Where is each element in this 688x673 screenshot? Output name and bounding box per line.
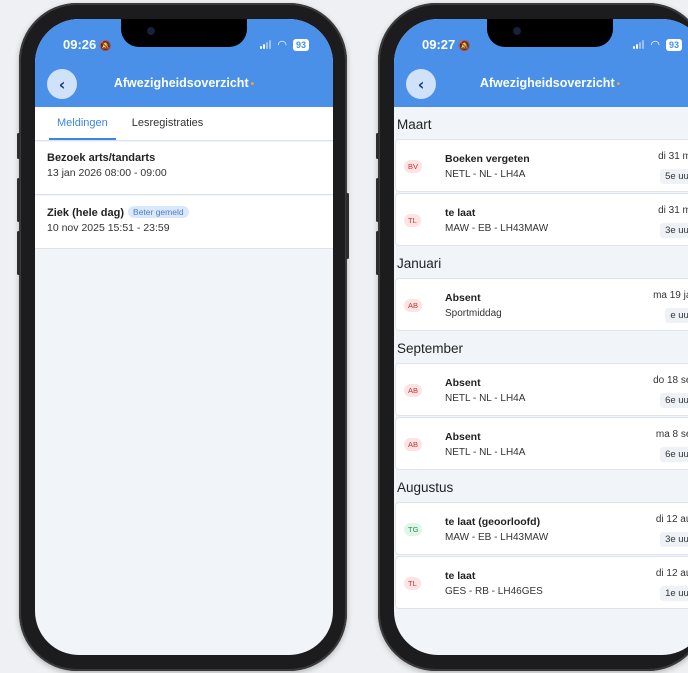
absence-code-badge: AB	[404, 384, 423, 397]
absence-title: Absent	[445, 292, 481, 304]
volume-up-button	[376, 178, 379, 222]
status-time-text: 09:26	[63, 37, 97, 52]
absence-title: te laat (geoorloofd)	[445, 516, 541, 528]
list-item[interactable]: AB Absent NETL - NL - LH4A ma 8 sep 6e u…	[395, 417, 688, 470]
tab-bar: Meldingen Lesregistraties	[35, 107, 333, 141]
volume-down-button	[17, 231, 20, 275]
report-list: Bezoek arts/tandarts 13 jan 2026 08:00 -…	[35, 142, 333, 249]
list-item[interactable]: TG te laat (geoorloofd) MAW - EB - LH43M…	[395, 502, 688, 555]
absence-title: Absent	[445, 431, 481, 443]
absence-code-badge: TL	[404, 577, 421, 590]
page-title-text: Afwezigheidsoverzicht	[479, 76, 615, 90]
absence-date: di 12 aug	[655, 514, 688, 525]
camera-icon	[513, 27, 521, 35]
absence-code-badge: AB	[404, 299, 423, 312]
list-item[interactable]: TL te laat MAW - EB - LH43MAW di 31 mrt …	[395, 193, 688, 246]
screen-left: 09:26 🔕 ◠ 93 ‹ Afwezigheidsoverzicht • Mel…	[35, 19, 333, 655]
volume-up-button	[17, 178, 20, 222]
wifi-icon: ◠	[277, 39, 287, 51]
page-title: Afwezigheidsoverzicht •	[35, 76, 333, 90]
absence-date: ma 8 sep	[655, 429, 688, 440]
report-time: 13 jan 2026 08:00 - 09:00	[47, 167, 167, 179]
absence-hour: 5e uur	[660, 169, 688, 184]
battery-icon: 93	[292, 38, 309, 51]
tab-meldingen[interactable]: Meldingen	[45, 107, 120, 140]
report-time: 10 nov 2025 15:51 - 23:59	[47, 222, 170, 234]
action-button	[17, 133, 20, 159]
absence-hour: 6e uur	[660, 447, 688, 462]
tab-lesregistraties[interactable]: Lesregistraties	[120, 107, 216, 140]
absence-subject: NETL - NL - LH4A	[445, 169, 526, 180]
status-dot-icon: •	[616, 79, 621, 90]
absence-subject: NETL - NL - LH4A	[445, 447, 526, 458]
phone-left: 09:26 🔕 ◠ 93 ‹ Afwezigheidsoverzicht • Mel…	[17, 3, 349, 671]
absence-subject: NETL - NL - LH4A	[445, 393, 526, 404]
absence-date: di 31 mrt	[658, 205, 688, 216]
absence-subject: MAW - EB - LH43MAW	[445, 532, 549, 543]
wifi-icon: ◠	[650, 39, 660, 51]
report-title: Bezoek arts/tandarts	[47, 152, 156, 164]
action-button	[376, 133, 379, 159]
absence-subject: GES - RB - LH46GES	[445, 586, 543, 597]
month-header: Maart	[397, 117, 432, 132]
list-item[interactable]: Ziek (hele dag) Beter gemeld 10 nov 2025 …	[35, 196, 333, 249]
status-time: 09:26 🔕	[63, 37, 112, 52]
signal-icon	[633, 40, 645, 49]
volume-down-button	[376, 231, 379, 275]
battery-icon: 93	[665, 38, 682, 51]
screen-right: 09:27 🔕 ◠ 93 ‹ Afwezigheidsoverzicht • Maa…	[394, 19, 688, 655]
list-item[interactable]: TL te laat GES - RB - LH46GES di 12 aug …	[395, 556, 688, 609]
absence-code-badge: TG	[404, 523, 423, 536]
absence-title: te laat	[445, 570, 476, 582]
absence-hour: 1e uur	[660, 586, 688, 601]
absence-title: te laat	[445, 207, 476, 219]
absence-subject: MAW - EB - LH43MAW	[445, 223, 549, 234]
dynamic-island	[121, 19, 247, 47]
status-icons: ◠ 93	[633, 38, 682, 51]
camera-icon	[147, 27, 155, 35]
status-dot-icon: •	[250, 79, 255, 90]
phone-right: 09:27 🔕 ◠ 93 ‹ Afwezigheidsoverzicht • Maa…	[376, 3, 688, 671]
absence-hour: 3e uur	[660, 223, 688, 238]
list-item[interactable]: AB Absent NETL - NL - LH4A do 18 sep 6e …	[395, 363, 688, 416]
page-title: Afwezigheidsoverzicht •	[394, 76, 688, 90]
page-title-text: Afwezigheidsoverzicht	[113, 76, 249, 90]
absence-date: di 31 mrt	[658, 151, 688, 162]
absence-list: Maart BV Boeken vergeten NETL - NL - LH4…	[394, 107, 688, 655]
absence-hour: e uur	[665, 308, 688, 323]
status-time-text: 09:27	[422, 37, 456, 52]
absence-date: ma 19 jan	[653, 290, 688, 301]
bell-mute-icon: 🔕	[458, 41, 471, 52]
month-header: Januari	[397, 256, 442, 271]
list-item[interactable]: Bezoek arts/tandarts 13 jan 2026 08:00 -…	[35, 142, 333, 195]
absence-date: do 18 sep	[653, 375, 688, 386]
signal-icon	[260, 40, 272, 49]
absence-date: di 12 aug	[655, 568, 688, 579]
list-item[interactable]: BV Boeken vergeten NETL - NL - LH4A di 3…	[395, 139, 688, 192]
status-icons: ◠ 93	[260, 38, 309, 51]
month-header: September	[397, 341, 464, 356]
report-title-row: Ziek (hele dag) Beter gemeld	[47, 206, 321, 219]
report-title: Ziek (hele dag)	[47, 207, 125, 219]
dynamic-island	[487, 19, 613, 47]
status-badge: Beter gemeld	[128, 206, 189, 218]
power-button	[346, 193, 349, 259]
absence-title: Absent	[445, 377, 481, 389]
absence-code-badge: BV	[404, 160, 423, 173]
absence-hour: 6e uur	[660, 393, 688, 408]
bell-mute-icon: 🔕	[99, 41, 112, 52]
list-item[interactable]: AB Absent Sportmiddag ma 19 jan e uur	[395, 278, 688, 331]
absence-title: Boeken vergeten	[445, 153, 530, 165]
month-header: Augustus	[397, 480, 454, 495]
absence-code-badge: AB	[404, 438, 423, 451]
absence-subject: Sportmiddag	[445, 308, 502, 319]
status-time: 09:27 🔕	[422, 37, 471, 52]
absence-code-badge: TL	[404, 214, 421, 227]
absence-hour: 3e uur	[660, 532, 688, 547]
